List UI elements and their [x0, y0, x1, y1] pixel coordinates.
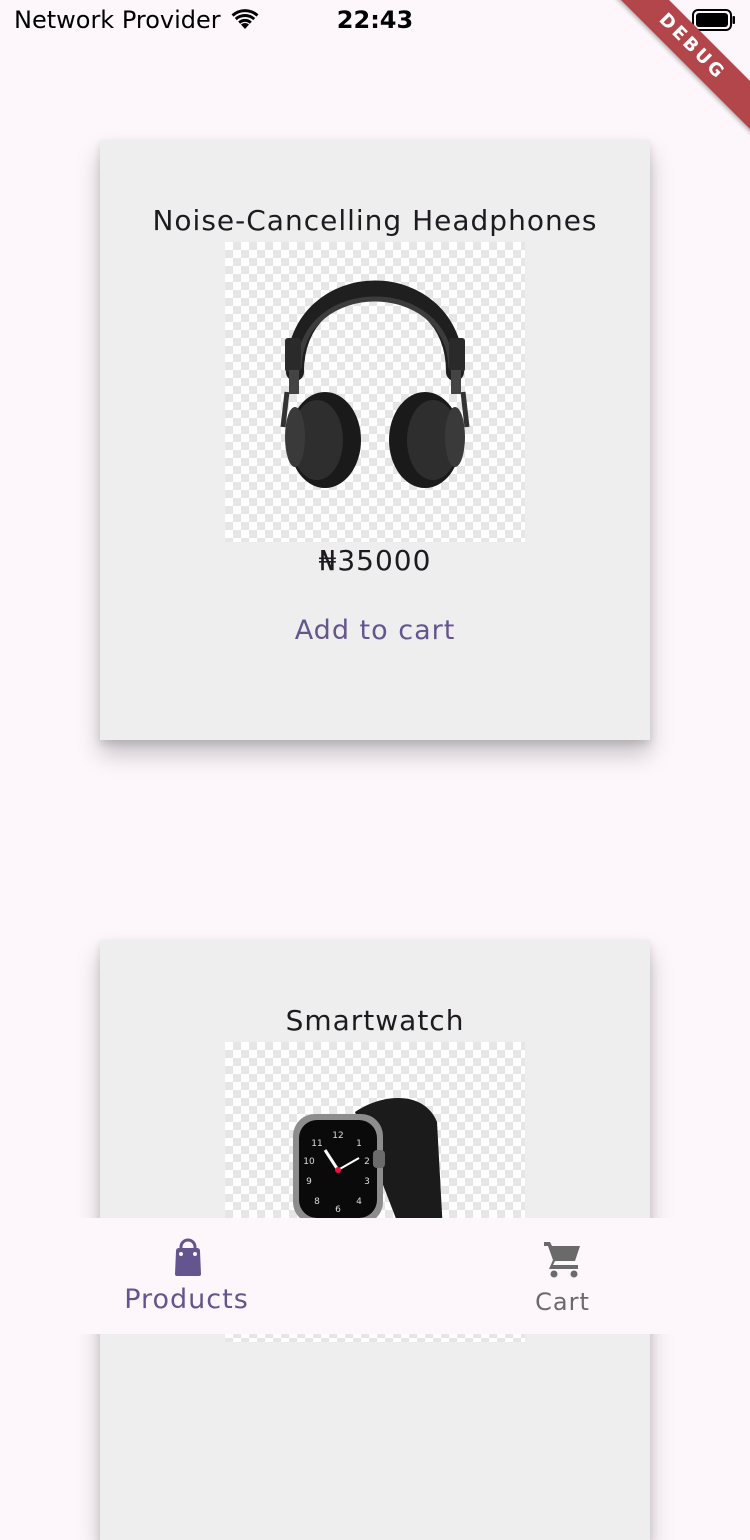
svg-text:12: 12: [332, 1131, 343, 1141]
product-price: ₦35000: [318, 544, 432, 577]
svg-text:6: 6: [335, 1205, 341, 1215]
nav-label-cart: Cart: [535, 1288, 590, 1316]
bottom-navigation: Products Cart: [0, 1218, 750, 1334]
battery-icon: [692, 9, 735, 31]
svg-text:3: 3: [364, 1177, 370, 1187]
headphones-icon: [280, 280, 470, 488]
svg-text:4: 4: [356, 1197, 362, 1207]
svg-text:2: 2: [364, 1157, 370, 1167]
nav-label-products: Products: [124, 1284, 249, 1315]
nav-tab-cart[interactable]: Cart: [375, 1218, 750, 1334]
svg-text:10: 10: [303, 1157, 315, 1167]
svg-text:11: 11: [311, 1139, 322, 1149]
svg-text:9: 9: [306, 1177, 312, 1187]
svg-text:1: 1: [356, 1139, 362, 1149]
shopping-bag-icon: [174, 1238, 201, 1276]
product-name: Smartwatch: [285, 1004, 465, 1037]
svg-text:8: 8: [314, 1197, 320, 1207]
product-image: [225, 242, 525, 542]
product-card: Noise-Cancelling Headphones ₦35000 Add t…: [100, 140, 650, 740]
shopping-cart-icon: [543, 1242, 580, 1278]
add-to-cart-button[interactable]: Add to cart: [275, 610, 475, 650]
product-name: Noise-Cancelling Headphones: [152, 204, 598, 237]
nav-tab-products[interactable]: Products: [0, 1218, 375, 1334]
